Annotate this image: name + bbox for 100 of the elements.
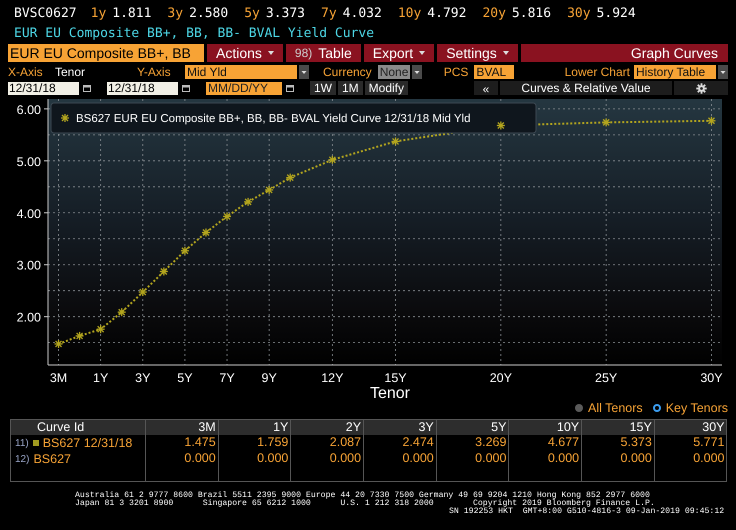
quote-tenor: 30y xyxy=(567,6,591,21)
table-cell: 1.759 xyxy=(218,435,290,451)
currency-label: Currency xyxy=(323,64,372,78)
x-tick-label: 20Y xyxy=(490,371,512,385)
data-point-marker xyxy=(118,308,126,316)
y-tick-label: 5.00 xyxy=(16,154,41,169)
caret-icon xyxy=(419,51,426,55)
quote-value: 5.924 xyxy=(596,6,636,21)
table-cell: 3.269 xyxy=(436,435,508,451)
quote-tenor: 3y xyxy=(167,6,184,21)
lower-chart-label: Lower Chart xyxy=(564,64,630,78)
security-field[interactable]: EUR EU Composite BB+, BB xyxy=(8,44,204,62)
x-tick-label: 30Y xyxy=(700,371,723,385)
caret-icon xyxy=(268,51,274,55)
column-header: 30Y xyxy=(654,420,726,435)
x-axis-title: Tenor xyxy=(370,385,410,402)
tenor-option-label[interactable]: Key Tenors xyxy=(666,401,728,415)
menu-button[interactable]: Export xyxy=(364,44,434,62)
column-header: 3Y xyxy=(363,420,436,435)
x-tick-label: 12Y xyxy=(321,371,344,385)
data-point-marker xyxy=(392,137,400,146)
period-button[interactable]: 1W xyxy=(310,81,336,95)
tenor-option-label[interactable]: All Tenors xyxy=(588,401,643,415)
quote-value: 2.580 xyxy=(189,6,228,21)
table-cell: 0.000 xyxy=(654,451,726,467)
column-header: 5Y xyxy=(436,420,508,435)
data-point-marker xyxy=(202,228,210,237)
data-point-marker xyxy=(244,198,252,206)
pcs-field[interactable]: BVAL xyxy=(474,64,514,78)
quote-value: 5.816 xyxy=(512,6,552,21)
x-tick-label: 3M xyxy=(50,371,68,385)
table-cell: 2.087 xyxy=(290,435,364,451)
x-tick-label: 7Y xyxy=(219,371,235,385)
y-tick-label: 6.00 xyxy=(16,102,41,117)
calendar-icon[interactable] xyxy=(83,84,91,92)
dropdown-caret-icon[interactable] xyxy=(718,64,728,78)
pcs-label: PCS xyxy=(444,64,468,78)
data-point-marker xyxy=(265,186,274,194)
table-cell: 0.000 xyxy=(436,451,508,467)
x-tick-label: 3Y xyxy=(135,371,150,385)
data-point-marker xyxy=(496,122,505,130)
curve-id-cell[interactable]: BS627 xyxy=(33,452,71,466)
menu-button[interactable]: Settings xyxy=(437,44,518,62)
table-cell: 0.000 xyxy=(145,451,218,467)
start-date-field[interactable]: 12/31/18 xyxy=(8,82,79,94)
quote-value: 4.032 xyxy=(342,6,382,21)
data-point-marker xyxy=(223,212,232,220)
data-point-marker xyxy=(602,118,610,126)
y-axis-label: Y-Axis xyxy=(137,64,172,78)
collapse-button[interactable]: « xyxy=(474,81,498,95)
curves-panel-tab[interactable]: Curves & Relative Value xyxy=(500,81,672,95)
column-header: 3M xyxy=(145,420,218,435)
caret-icon xyxy=(502,51,509,55)
date-input-field[interactable]: MM/DD/YY xyxy=(206,82,282,94)
data-point-marker xyxy=(76,332,84,340)
x-tick-label: 5Y xyxy=(177,371,193,385)
settings-icon xyxy=(696,82,706,94)
table-cell: 5.771 xyxy=(654,435,726,451)
quote-tenor: 20y xyxy=(482,6,506,21)
table-cell: 0.000 xyxy=(581,451,654,467)
row-number: 12) xyxy=(15,452,30,466)
table-cell: 4.677 xyxy=(508,435,582,451)
quote-value: 3.373 xyxy=(266,6,306,21)
data-point-marker xyxy=(180,246,189,255)
footer-text: Australia 61 2 9777 8600 Brazil 5511 2395 9000 Europe 44 20 7330 7500 Germany 49 69 9204 1210 Hong Kong 852 2977 6000 xyxy=(74,492,650,500)
column-header: Curve Id xyxy=(36,420,86,435)
x-axis-label: X-Axis xyxy=(8,64,44,78)
quote-tenor: 1y xyxy=(90,6,106,21)
lower-chart-dropdown[interactable]: History Table xyxy=(634,64,716,78)
menu-button[interactable]: 98) Table xyxy=(286,44,361,62)
y-tick-label: 2.00 xyxy=(16,310,41,325)
end-date-field[interactable]: 12/31/18 xyxy=(107,82,178,94)
tenor-radio-button[interactable] xyxy=(575,404,584,412)
footer-text: Japan 81 3 3201 8900 Singapore 65 6212 1000 U.S. 1 212 318 2000 Copyright 2019 Bloomberg Finance L.P. xyxy=(74,500,655,508)
quote-value: 4.792 xyxy=(427,6,466,21)
dropdown-caret-icon[interactable] xyxy=(412,64,422,78)
calendar-icon[interactable] xyxy=(286,84,294,92)
data-point-marker xyxy=(96,325,105,334)
y-tick-label: 3.00 xyxy=(16,258,41,273)
period-button[interactable]: Modify xyxy=(364,81,408,95)
curve-id-cell[interactable]: BS627 12/31/18 xyxy=(42,436,132,450)
calendar-icon[interactable] xyxy=(182,84,190,92)
x-axis-value: Tenor xyxy=(55,64,86,78)
column-header: 15Y xyxy=(581,420,654,435)
row-number: 11) xyxy=(15,436,29,450)
data-point-marker xyxy=(138,288,147,296)
x-tick-label: 1Y xyxy=(93,371,108,385)
x-tick-label: 15Y xyxy=(384,371,407,385)
curve-title: EUR EU Composite BB+, BB, BB- BVAL Yield Curve xyxy=(13,26,376,43)
table-cell: 0.000 xyxy=(363,451,436,467)
period-button[interactable]: 1M xyxy=(338,81,363,95)
quote-tenor: 10y xyxy=(398,6,422,21)
menu-button[interactable]: Actions xyxy=(207,44,283,62)
currency-dropdown[interactable]: None xyxy=(378,64,410,78)
tenor-radio-button[interactable] xyxy=(652,404,661,412)
dropdown-caret-icon[interactable] xyxy=(299,64,309,78)
y-axis-dropdown[interactable]: Mid Yld xyxy=(185,64,297,78)
footer-text: SN 192253 HKT GMT+8:00 G510-4816-3 09-Jan-2019 09:45:12 xyxy=(448,508,726,516)
settings-button[interactable] xyxy=(674,81,728,95)
quote-tenor: 7y xyxy=(321,6,337,21)
